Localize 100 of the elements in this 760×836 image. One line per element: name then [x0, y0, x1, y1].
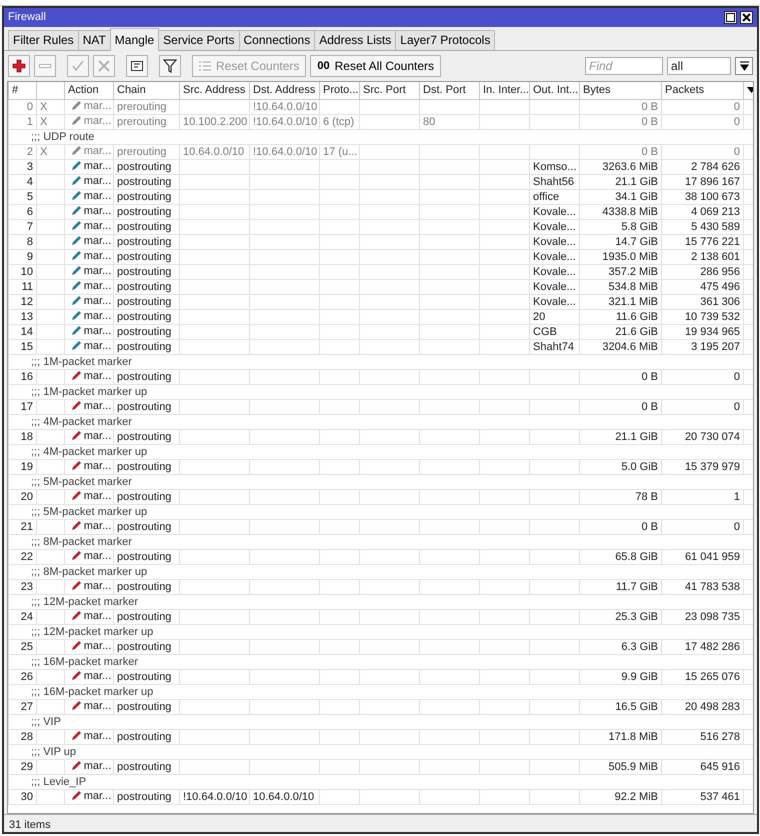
table-cell: postrouting	[114, 324, 180, 339]
table-cell: postrouting	[114, 309, 180, 324]
cross-icon	[97, 59, 111, 73]
rule-row[interactable]: 17 mar... postrouting 0 B 0	[8, 399, 753, 414]
column-header[interactable]: Action	[64, 82, 114, 99]
table-cell: 26	[8, 669, 36, 684]
tab[interactable]: Service Ports	[158, 30, 240, 50]
tab[interactable]: Filter Rules	[8, 30, 79, 50]
rule-row[interactable]: 19 mar... postrouting 5.0 GiB 15 379 979	[8, 459, 753, 474]
tab[interactable]: Address Lists	[314, 30, 396, 50]
dropdown-button[interactable]	[735, 57, 753, 75]
comment-row: ;;; Levie_IP	[8, 774, 753, 789]
column-header[interactable]: In. Inter...	[480, 82, 530, 99]
table-cell: postrouting	[114, 759, 180, 774]
tab[interactable]: Layer7 Protocols	[395, 30, 496, 50]
rule-row[interactable]: 7 mar... postrouting Kovale... 5.8 GiB 5 430 589	[8, 219, 753, 234]
comment-row: ;;; 12M-packet marker	[8, 594, 753, 609]
rule-row[interactable]: 9 mar... postrouting Kovale... 1935.0 MiB 2 138 601	[8, 249, 753, 264]
table-cell: 19 934 965	[662, 324, 744, 339]
table-cell: 10 739 532	[662, 309, 744, 324]
filter-button[interactable]	[159, 55, 181, 77]
rule-row[interactable]: 26 mar... postrouting 9.9 GiB 15 265 076	[8, 669, 753, 684]
table-cell: 1935.0 MiB	[580, 249, 662, 264]
column-header[interactable]: Chain	[114, 82, 180, 99]
table-cell: 15	[8, 339, 36, 354]
rule-row[interactable]: 5 mar... postrouting office 34.1 GiB 38 100 673	[8, 189, 753, 204]
rule-row[interactable]: 6 mar... postrouting Kovale... 4338.8 MiB 4 069 213	[8, 204, 753, 219]
column-header[interactable]: Dst. Port	[420, 82, 480, 99]
rule-row[interactable]: 20 mar... postrouting 78 B 1	[8, 489, 753, 504]
rule-row[interactable]: 8 mar... postrouting Kovale... 14.7 GiB 15 776 221	[8, 234, 753, 249]
rule-row[interactable]: 30 mar... postrouting !10.64.0.0/10 10.64.0.0/10 92.2 MiB 537 461	[8, 789, 753, 804]
table-cell: mar...	[71, 670, 112, 682]
table-cell: mar...	[71, 310, 112, 322]
table-cell: 3 195 207	[662, 339, 744, 354]
column-header[interactable]: Dst. Address	[250, 82, 320, 99]
rule-row[interactable]: 18 mar... postrouting 21.1 GiB 20 730 074	[8, 429, 753, 444]
table-cell: postrouting	[114, 429, 180, 444]
rule-row[interactable]: 24 mar... postrouting 25.3 GiB 23 098 735	[8, 609, 753, 624]
rule-row[interactable]: 10 mar... postrouting Kovale... 357.2 MiB 286 956	[8, 264, 753, 279]
column-header[interactable]: Packets	[662, 82, 744, 99]
add-button[interactable]	[8, 55, 30, 77]
rule-row[interactable]: 14 mar... postrouting CGB 21.6 GiB 19 934 965	[8, 324, 753, 339]
rule-row[interactable]: 11 mar... postrouting Kovale... 534.8 MiB 475 496	[8, 279, 753, 294]
table-cell: 15 265 076	[662, 669, 744, 684]
table-cell: 23	[8, 579, 36, 594]
table-cell: 61 041 959	[662, 549, 744, 564]
comment-row: ;;; UDP route	[8, 129, 753, 144]
rule-row[interactable]: 21 mar... postrouting 0 B 0	[8, 519, 753, 534]
table-cell: 14	[8, 324, 36, 339]
table-cell: 10.64.0.0/10	[250, 789, 320, 804]
table-cell: mar...	[71, 700, 112, 712]
tab[interactable]: Connections	[238, 30, 316, 50]
table-cell: 80	[420, 114, 480, 129]
table-cell: 6 (tcp)	[320, 114, 360, 129]
rule-row[interactable]: 28 mar... postrouting 171.8 MiB 516 278	[8, 729, 753, 744]
filter-dropdown[interactable]: all	[667, 57, 731, 75]
table-cell: postrouting	[114, 639, 180, 654]
table-cell: postrouting	[114, 234, 180, 249]
table-cell: mar...	[71, 145, 112, 156]
rule-row[interactable]: 4 mar... postrouting Shaht56 21.1 GiB 17 896 167	[8, 174, 753, 189]
tab[interactable]: Mangle	[110, 28, 160, 51]
rule-row[interactable]: 15 mar... postrouting Shaht74 3204.6 MiB 3 195 207	[8, 339, 753, 354]
rule-row[interactable]: 12 mar... postrouting Kovale... 321.1 MiB 361 306	[8, 294, 753, 309]
table-cell: 9.9 GiB	[580, 669, 662, 684]
reset-button[interactable]: 00 Reset All Counters	[310, 55, 442, 77]
filter-icon	[163, 59, 177, 73]
list-icon	[199, 61, 211, 71]
column-header[interactable]: Bytes	[580, 82, 662, 99]
rule-row[interactable]: 16 mar... postrouting 0 B 0	[8, 369, 753, 384]
column-header[interactable]: Src. Address	[180, 82, 250, 99]
column-header[interactable]: Src. Port	[360, 82, 420, 99]
caret-icon	[747, 87, 753, 94]
column-header[interactable]: Proto...	[320, 82, 360, 99]
table-cell: 38 100 673	[662, 189, 744, 204]
rule-row[interactable]: 13 mar... postrouting 20 11.6 GiB 10 739 532	[8, 309, 753, 324]
table-cell: postrouting	[114, 399, 180, 414]
column-header[interactable]: #	[8, 82, 36, 99]
table-cell: 7	[8, 219, 36, 234]
maximize-button[interactable]	[724, 11, 738, 24]
table-cell: 537 461	[662, 789, 744, 804]
table-cell: 5.8 GiB	[580, 219, 662, 234]
rule-row[interactable]: 29 mar... postrouting 505.9 MiB 645 916	[8, 759, 753, 774]
rule-row[interactable]: 25 mar... postrouting 6.3 GiB 17 482 286	[8, 639, 753, 654]
rule-row[interactable]: 22 mar... postrouting 65.8 GiB 61 041 959	[8, 549, 753, 564]
table-cell: 0 B	[580, 369, 662, 384]
column-header[interactable]: Out. Int...	[530, 82, 580, 99]
rule-row[interactable]: 27 mar... postrouting 16.5 GiB 20 498 283	[8, 699, 753, 714]
comment-button[interactable]	[126, 55, 148, 77]
comment-row: ;;; 5M-packet marker	[8, 474, 753, 489]
close-button[interactable]	[740, 11, 753, 24]
table-cell: 16	[8, 369, 36, 384]
tab[interactable]: NAT	[78, 30, 111, 50]
table-cell: 321.1 MiB	[580, 294, 662, 309]
rule-row[interactable]: 3 mar... postrouting Komso... 3263.6 MiB 2 784 626	[8, 159, 753, 174]
table-cell: mar...	[71, 250, 112, 262]
table-cell: postrouting	[114, 729, 180, 744]
find-field[interactable]: Find	[585, 57, 663, 75]
rule-row[interactable]: 23 mar... postrouting 11.7 GiB 41 783 538	[8, 579, 753, 594]
table-cell: mar...	[71, 430, 112, 442]
table-cell: 4338.8 MiB	[580, 204, 662, 219]
